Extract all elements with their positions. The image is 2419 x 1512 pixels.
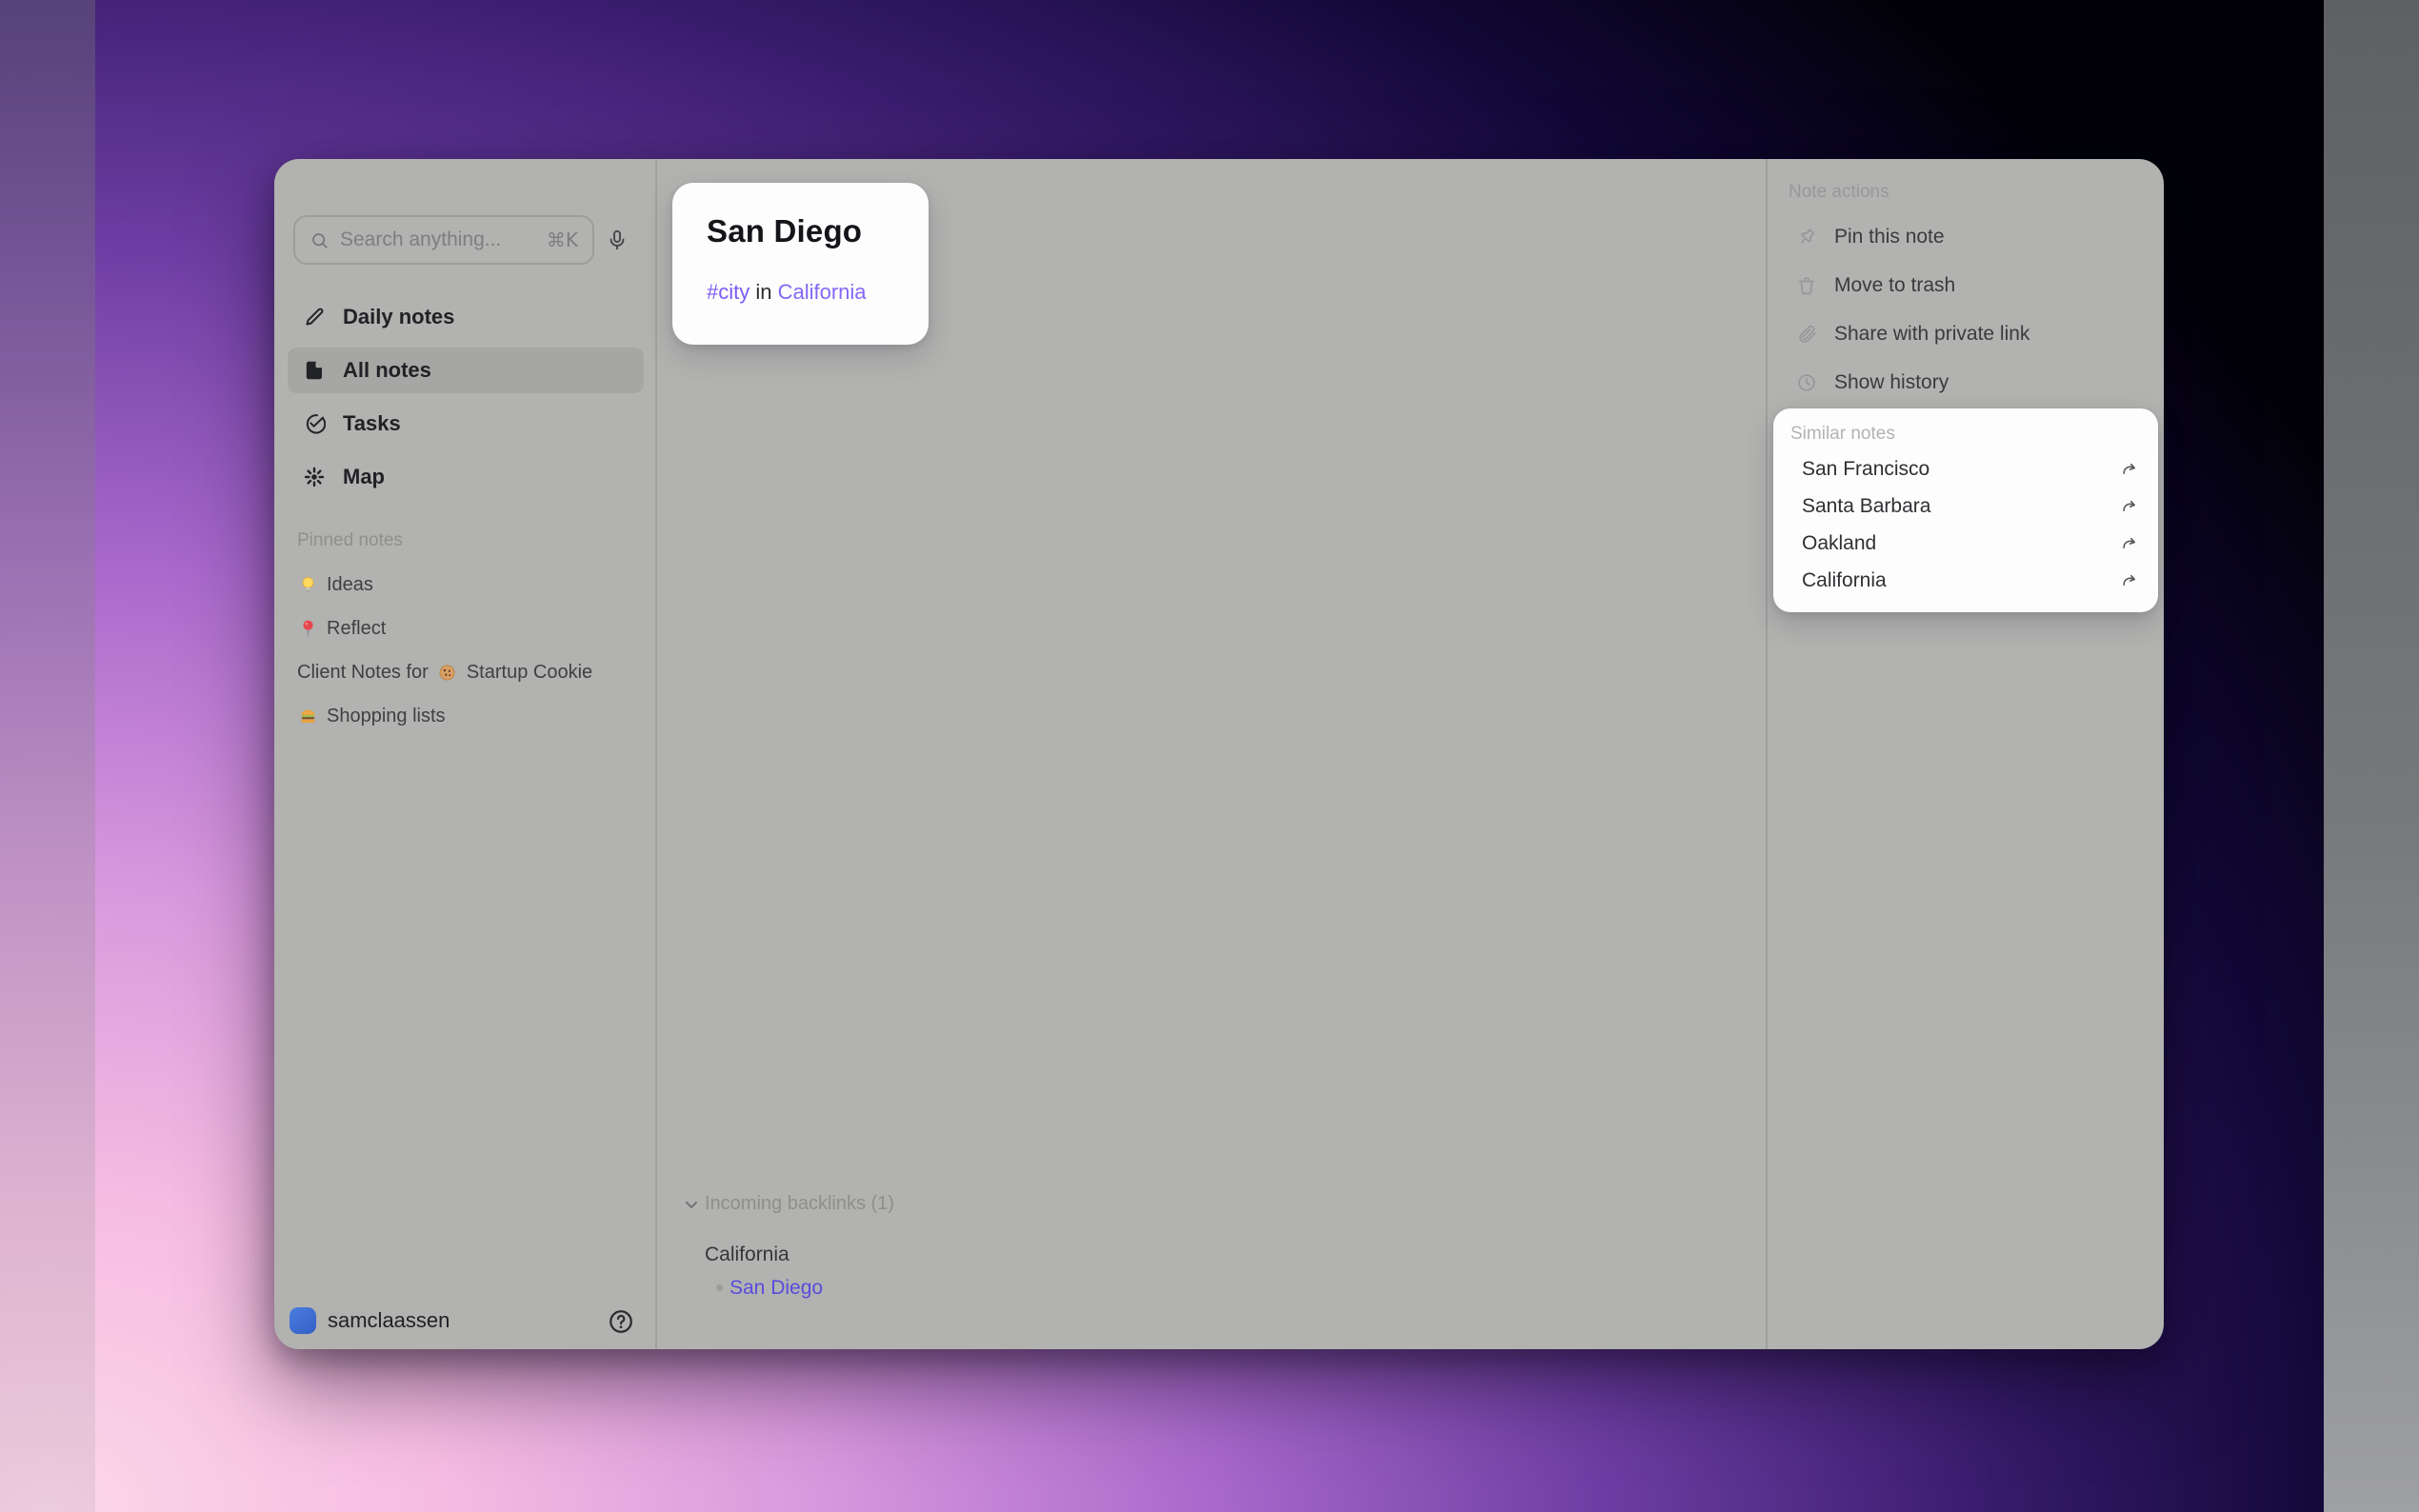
backlinks-header[interactable]: Incoming backlinks (1) (705, 1193, 894, 1215)
pinned-note-label-prefix: Client Notes for (297, 662, 429, 684)
action-label: Show history (1834, 371, 1949, 394)
pinned-note-reflect[interactable]: Reflect (297, 607, 642, 650)
pinned-note-label: Ideas (327, 574, 373, 596)
user-name: samclaassen (328, 1308, 450, 1333)
search-placeholder: Search anything... (340, 229, 536, 251)
background-right-band (2324, 0, 2419, 1512)
sidebar-item-label: All notes (343, 358, 431, 383)
similar-notes-card: Similar notes San Francisco Santa Barbar… (1773, 408, 2158, 612)
similar-note-oakland[interactable]: Oakland (1773, 525, 2158, 562)
action-pin-this-note[interactable]: Pin this note (1796, 212, 2149, 261)
paperclip-icon (1796, 324, 1817, 345)
pinned-note-shopping-lists[interactable]: Shopping lists (297, 694, 642, 738)
clock-icon (1796, 372, 1817, 393)
chevron-down-icon (682, 1195, 701, 1214)
pin-icon (1796, 227, 1817, 248)
backlink-source-note[interactable]: California (705, 1243, 790, 1266)
sidebar-nav: Daily notes All notes Ta (288, 294, 644, 507)
note-title: San Diego (707, 213, 862, 249)
pencil-icon (303, 306, 326, 328)
sidebar-item-tasks[interactable]: Tasks (288, 401, 644, 447)
action-share-private-link[interactable]: Share with private link (1796, 309, 2149, 358)
note-tag-connector: in (750, 280, 777, 304)
action-label: Share with private link (1834, 323, 2029, 346)
open-note-arrow-icon[interactable] (2120, 460, 2139, 479)
note-actions-list: Pin this note Move to trash (1796, 212, 2149, 407)
backlinks-collapse-button[interactable] (682, 1195, 701, 1214)
note-actions-header: Note actions (1789, 182, 1889, 203)
pinned-note-ideas[interactable]: Ideas (297, 563, 642, 607)
pinned-note-label-suffix: Startup Cookie (467, 662, 592, 684)
sidebar-item-label: Daily notes (343, 305, 454, 329)
backlink-bullet (716, 1284, 723, 1291)
cookie-emoji-icon (437, 662, 458, 683)
action-move-to-trash[interactable]: Move to trash (1796, 261, 2149, 309)
sidebar-item-map[interactable]: Map (288, 454, 644, 500)
open-note-arrow-icon[interactable] (2120, 497, 2139, 516)
user-avatar[interactable] (290, 1307, 316, 1334)
action-label: Move to trash (1834, 274, 1955, 297)
sidebar-item-all-notes[interactable]: All notes (288, 348, 644, 393)
search-icon (310, 230, 330, 250)
search-shortcut: ⌘K (547, 229, 578, 251)
similar-note-santa-barbara[interactable]: Santa Barbara (1773, 487, 2158, 525)
trash-icon (1796, 275, 1817, 296)
backlink-link-san-diego[interactable]: San Diego (730, 1277, 823, 1300)
pinned-notes-list: Ideas Reflect Client Notes for (297, 563, 642, 738)
action-label: Pin this note (1834, 226, 1945, 249)
microphone-icon (606, 229, 629, 251)
pinned-note-client-notes[interactable]: Client Notes for Startup Cookie (297, 650, 642, 694)
lightbulb-emoji-icon (297, 574, 318, 595)
action-show-history[interactable]: Show history (1796, 358, 2149, 407)
similar-note-label: Oakland (1802, 532, 1876, 555)
note-actions-panel: Note actions Pin this note (1766, 159, 2164, 1349)
note-tag-city[interactable]: #city (707, 280, 750, 304)
sidebar-item-label: Tasks (343, 411, 401, 436)
microphone-button[interactable] (600, 223, 634, 257)
sidebar-item-daily-notes[interactable]: Daily notes (288, 294, 644, 340)
pinned-notes-header: Pinned notes (297, 530, 403, 551)
help-button[interactable] (606, 1306, 636, 1337)
similar-notes-header: Similar notes (1790, 424, 1895, 445)
similar-note-label: California (1802, 569, 1887, 592)
sun-icon (303, 466, 326, 488)
note-tags-line: #city in California (707, 280, 867, 305)
note-link-california[interactable]: California (778, 280, 867, 304)
similar-note-san-francisco[interactable]: San Francisco (1773, 450, 2158, 487)
background-left-band (0, 0, 95, 1512)
similar-note-label: Santa Barbara (1802, 495, 1930, 518)
similar-note-california[interactable]: California (1773, 562, 2158, 599)
similar-note-label: San Francisco (1802, 458, 1929, 481)
pinned-note-label: Reflect (327, 618, 386, 640)
similar-notes-list: San Francisco Santa Barbara (1773, 450, 2158, 599)
search-input[interactable]: Search anything... ⌘K (293, 215, 594, 265)
file-icon (303, 359, 326, 382)
check-circle-icon (303, 412, 326, 435)
sidebar-item-label: Map (343, 465, 385, 489)
app-window: Search anything... ⌘K Daily notes (274, 159, 2164, 1349)
pinned-note-label: Shopping lists (327, 706, 446, 727)
round-pushpin-emoji-icon (297, 618, 318, 639)
note-card[interactable]: San Diego #city in California (672, 183, 929, 345)
hamburger-emoji-icon (297, 706, 318, 726)
sidebar: Search anything... ⌘K Daily notes (274, 159, 657, 1349)
help-circle-icon (607, 1307, 635, 1336)
open-note-arrow-icon[interactable] (2120, 534, 2139, 553)
open-note-arrow-icon[interactable] (2120, 571, 2139, 590)
